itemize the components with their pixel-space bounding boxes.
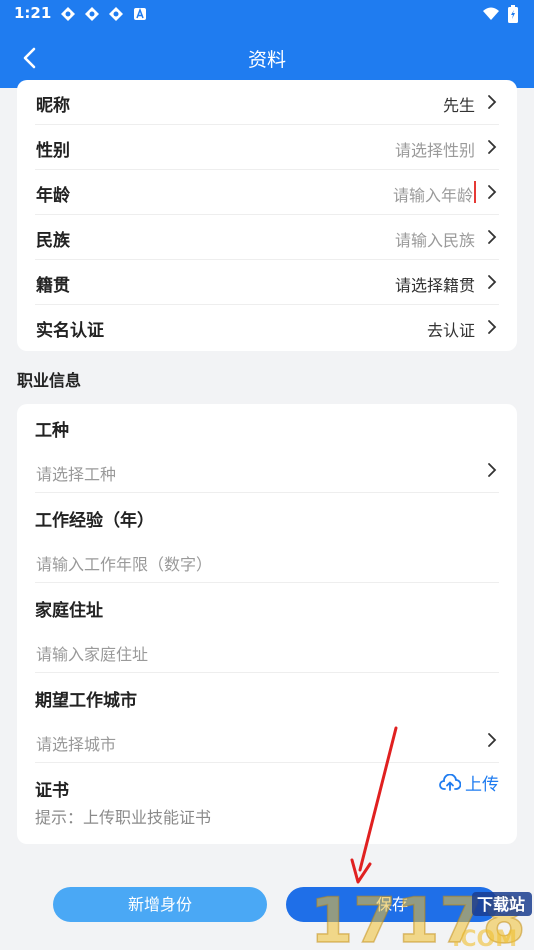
a-notification-icon xyxy=(134,7,146,20)
age-label: 年龄 xyxy=(36,186,70,206)
text-cursor xyxy=(474,181,476,203)
nickname-value: 先生 xyxy=(442,96,475,115)
chevron-right-icon xyxy=(488,140,497,154)
app-notification-icon xyxy=(109,7,123,21)
watermark-badge: 下载站 xyxy=(477,895,525,914)
chevron-right-icon xyxy=(488,275,497,289)
status-bar: 1:21 xyxy=(0,0,534,28)
cloud-upload-icon xyxy=(439,773,461,791)
real-name-verify-label: 实名认证 xyxy=(36,321,104,341)
watermark-logo: 17178 .COM 下载站 xyxy=(309,883,532,950)
add-identity-button[interactable]: 新增身份 xyxy=(53,887,267,922)
app-notification-icon xyxy=(61,7,75,21)
chevron-right-icon xyxy=(488,95,497,109)
chevron-right-icon xyxy=(488,733,497,747)
status-time: 1:21 xyxy=(14,4,52,22)
work-type-label: 工种 xyxy=(35,421,69,441)
experience-label: 工作经验（年） xyxy=(35,511,154,531)
page-title: 资料 xyxy=(247,49,286,71)
experience-input[interactable]: 请输入工作年限（数字） xyxy=(35,539,499,583)
gender-row[interactable]: 性别 请选择性别 xyxy=(35,125,499,170)
certificate-hint: 提示：上传职业技能证书 xyxy=(35,808,212,827)
gender-label: 性别 xyxy=(36,141,70,161)
gender-value: 请选择性别 xyxy=(394,141,475,160)
annotation-arrow-icon xyxy=(350,726,398,884)
city-select[interactable]: 请选择城市 xyxy=(35,719,499,763)
certificate-label: 证书 xyxy=(35,781,69,801)
hometown-value: 请选择籍贯 xyxy=(394,276,475,295)
real-name-verify-row[interactable]: 实名认证 去认证 xyxy=(35,305,499,350)
wifi-icon xyxy=(483,7,499,20)
battery-icon xyxy=(508,5,518,23)
chevron-right-icon xyxy=(488,463,497,477)
career-card: 工种 请选择工种 工作经验（年） 请输入工作年限（数字） 家庭住址 请输入家庭住… xyxy=(17,404,517,844)
ethnicity-row[interactable]: 民族 请输入民族 xyxy=(35,215,499,260)
ethnicity-label: 民族 xyxy=(36,231,70,251)
work-type-placeholder: 请选择工种 xyxy=(36,465,117,484)
hometown-label: 籍贯 xyxy=(36,276,70,296)
address-label: 家庭住址 xyxy=(35,601,103,621)
upload-label: 上传 xyxy=(465,775,499,795)
city-label: 期望工作城市 xyxy=(35,691,137,711)
nav-bar: 资料 xyxy=(0,28,534,88)
age-row[interactable]: 年龄 请输入年龄 xyxy=(35,170,499,215)
chevron-right-icon xyxy=(488,320,497,334)
work-type-select[interactable]: 请选择工种 xyxy=(35,449,499,493)
career-section-title: 职业信息 xyxy=(17,371,82,390)
system-icons xyxy=(482,5,518,23)
hometown-row[interactable]: 籍贯 请选择籍贯 xyxy=(35,260,499,305)
notification-icons xyxy=(60,6,148,22)
profile-card: 昵称 先生 性别 请选择性别 年龄 请输入年龄 民族 请输入民族 籍贯 请选择籍… xyxy=(17,80,517,351)
nickname-row[interactable]: 昵称 先生 xyxy=(35,80,499,125)
app-notification-icon xyxy=(85,7,99,21)
age-input[interactable]: 请输入年龄 xyxy=(393,182,473,206)
chevron-right-icon xyxy=(488,185,497,199)
nickname-label: 昵称 xyxy=(36,96,70,116)
real-name-verify-value: 去认证 xyxy=(426,321,475,340)
experience-placeholder: 请输入工作年限（数字） xyxy=(36,555,213,574)
chevron-right-icon xyxy=(488,230,497,244)
address-input[interactable]: 请输入家庭住址 xyxy=(35,629,499,673)
watermark-domain: .COM xyxy=(452,927,517,950)
upload-button[interactable]: 上传 xyxy=(439,770,499,795)
ethnicity-input[interactable]: 请输入民族 xyxy=(395,227,475,251)
city-placeholder: 请选择城市 xyxy=(36,735,117,754)
address-placeholder: 请输入家庭住址 xyxy=(36,645,149,664)
